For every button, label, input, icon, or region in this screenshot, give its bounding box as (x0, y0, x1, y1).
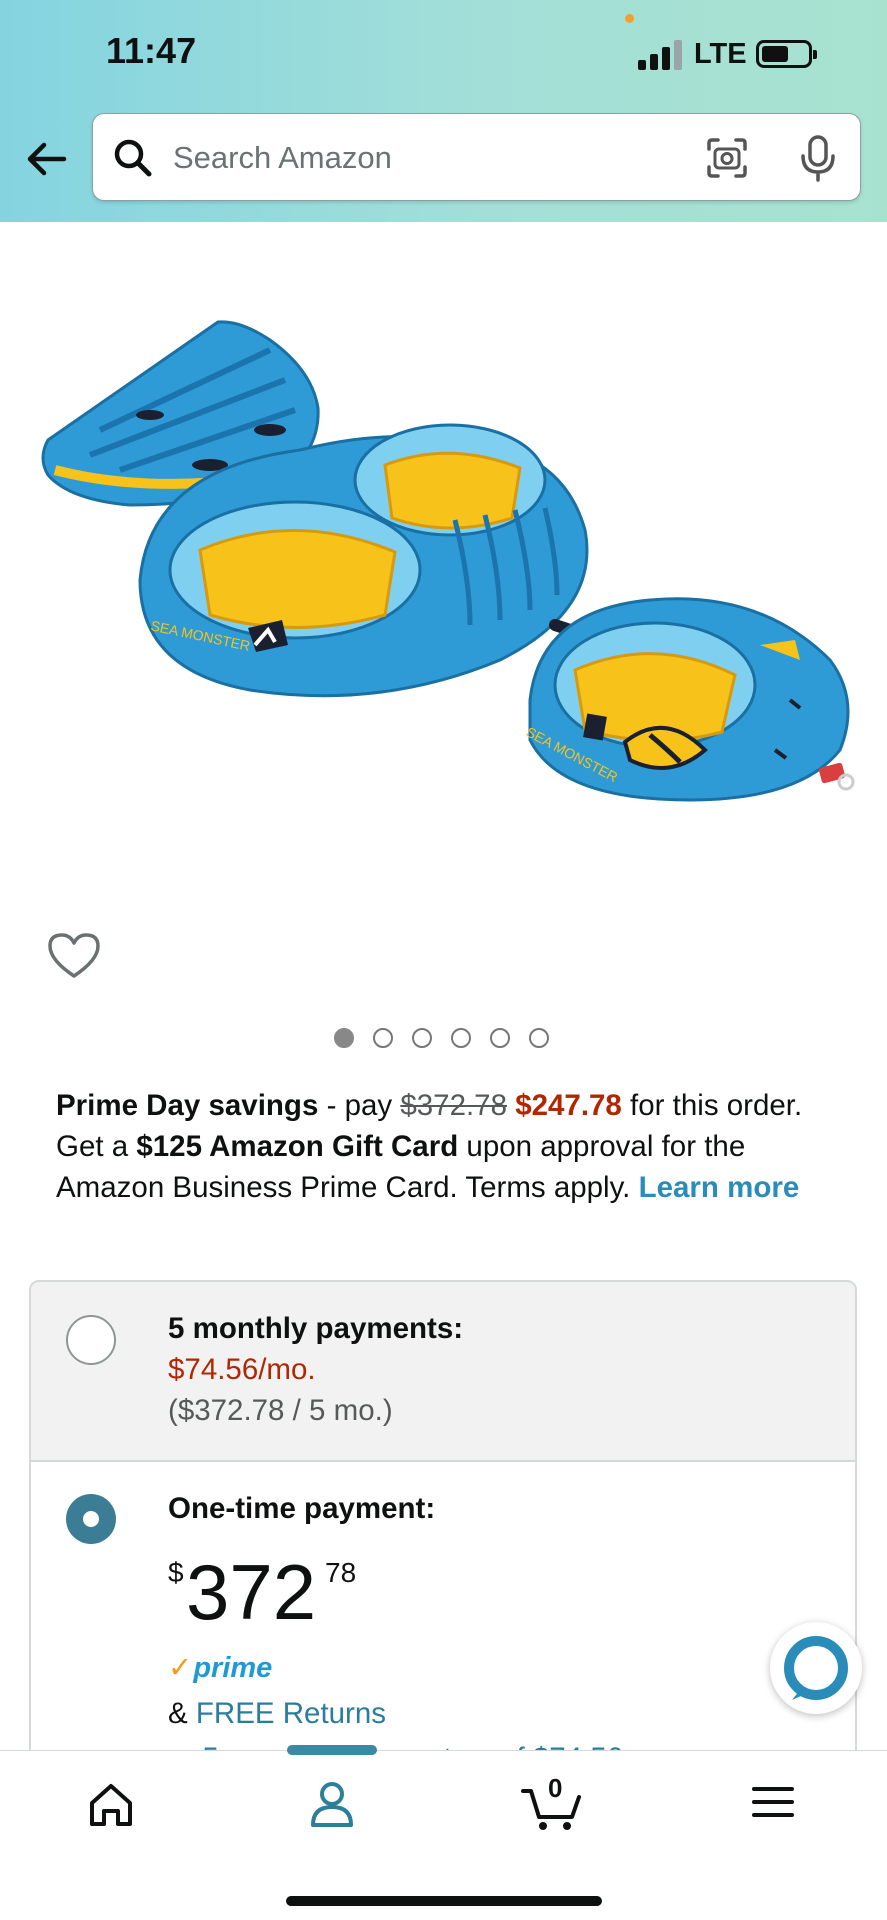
search-input[interactable] (173, 134, 653, 182)
back-button[interactable] (22, 135, 70, 183)
product-image[interactable]: SEA MONSTER SEA MONSTER (0, 280, 887, 860)
image-carousel-indicator[interactable] (334, 1028, 549, 1050)
original-price: $372.78 (400, 1089, 507, 1122)
monthly-payment-detail: ($372.78 / 5 mo.) (168, 1394, 393, 1427)
cart-count: 0 (548, 1773, 563, 1803)
camera-icon[interactable] (703, 134, 751, 182)
carousel-dot[interactable] (529, 1028, 549, 1048)
battery-icon (756, 40, 817, 68)
monthly-payment-price: $74.56/mo. (168, 1353, 316, 1386)
carousel-dot[interactable] (451, 1028, 471, 1048)
chat-icon (784, 1636, 848, 1700)
home-indicator (286, 1896, 602, 1906)
carousel-dot[interactable] (412, 1028, 432, 1048)
privacy-indicator-dot (625, 14, 634, 23)
search-bar[interactable] (92, 113, 861, 201)
microphone-icon[interactable] (793, 132, 843, 184)
cart-button[interactable]: 0 (520, 1773, 584, 1833)
free-returns-link[interactable]: FREE Returns (196, 1697, 386, 1730)
bottom-navigation: 0 (0, 1745, 887, 1920)
add-to-list-button[interactable] (46, 930, 102, 982)
prime-check-icon: ✓ (168, 1652, 193, 1684)
monthly-payment-radio[interactable] (66, 1315, 116, 1365)
learn-more-link[interactable]: Learn more (639, 1171, 800, 1204)
monthly-payment-title: 5 monthly payments: (168, 1312, 464, 1345)
gift-card-offer: $125 Amazon Gift Card (136, 1130, 459, 1163)
one-time-payment-title: One-time payment: (168, 1492, 436, 1525)
carousel-dot[interactable] (490, 1028, 510, 1048)
sale-price: $247.78 (515, 1089, 622, 1122)
assistant-chat-button[interactable] (770, 1622, 862, 1714)
carousel-dot[interactable] (334, 1028, 354, 1048)
monthly-payment-option[interactable]: 5 monthly payments: $74.56/mo. ($372.78 … (31, 1282, 855, 1462)
prime-badge: ✓prime (168, 1652, 273, 1684)
one-time-payment-radio[interactable] (66, 1494, 116, 1544)
signal-strength-icon (638, 40, 684, 70)
network-label: LTE (694, 38, 747, 70)
status-time: 11:47 (106, 30, 197, 71)
header-bar: 11:47 LTE (0, 0, 887, 222)
heart-icon (48, 933, 100, 978)
promo-lead: Prime Day savings (56, 1089, 319, 1122)
prime-day-promo: Prime Day savings - pay $372.78 $247.78 … (56, 1089, 803, 1204)
free-returns: & FREE Returns (168, 1697, 387, 1730)
carousel-dot[interactable] (373, 1028, 393, 1048)
active-tab-indicator (287, 1745, 377, 1755)
back-arrow-icon (27, 142, 67, 176)
menu-icon[interactable] (752, 1785, 794, 1819)
profile-icon[interactable] (308, 1779, 356, 1829)
search-icon (114, 139, 152, 177)
home-icon[interactable] (86, 1781, 136, 1829)
